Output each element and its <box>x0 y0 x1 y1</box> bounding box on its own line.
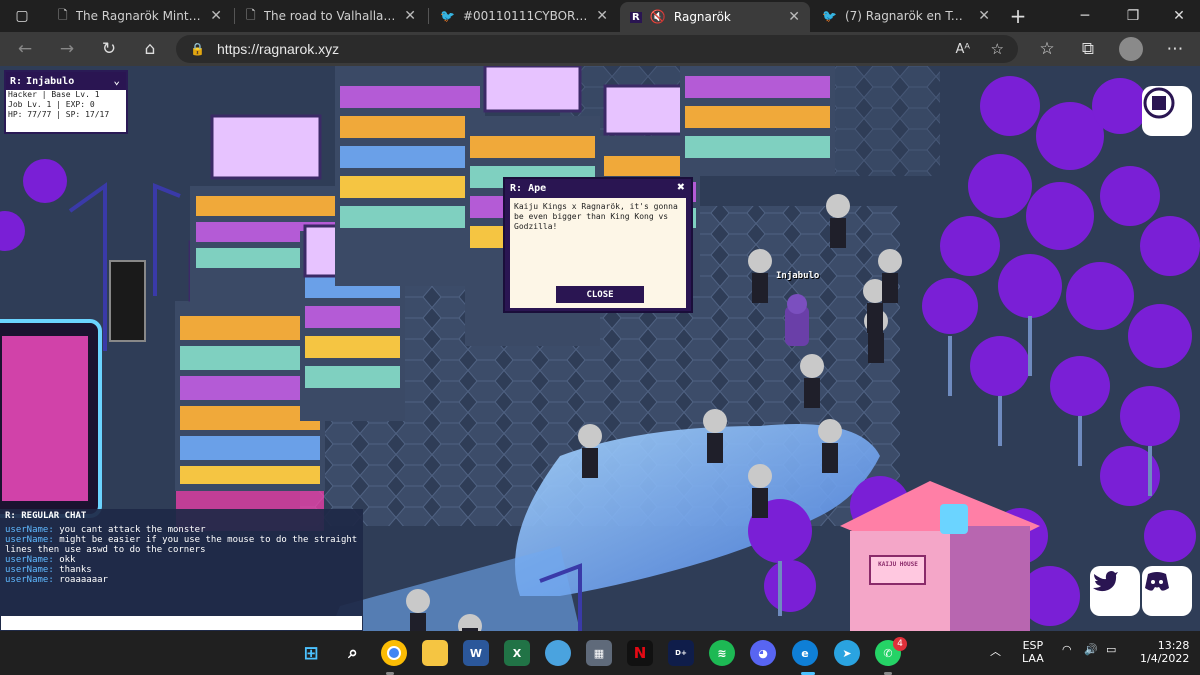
lock-icon[interactable]: 🔒 <box>190 42 205 56</box>
tower-top <box>335 66 485 286</box>
tab-valhalla[interactable]: 🗋 The road to Valhalla.... Did ✕ <box>236 0 426 32</box>
chat-message: userName: roaaaaaar <box>5 575 108 585</box>
dialog-header: R: Ape ✖ <box>510 180 685 195</box>
status-panel-header[interactable]: R: Injabulo ⌄ <box>6 72 126 90</box>
restore-button[interactable]: ❐ <box>1110 0 1156 32</box>
tab-ragnarok[interactable]: R 🔇 Ragnarök ✕ <box>620 2 810 32</box>
word-icon[interactable]: W <box>463 640 489 666</box>
profile-avatar[interactable] <box>1119 37 1143 61</box>
close-window-button[interactable]: ✕ <box>1156 0 1200 32</box>
twitter-icon: 🐦 <box>440 9 455 23</box>
kaiju-monster <box>785 294 809 346</box>
netflix-icon[interactable]: N <box>627 640 653 666</box>
input-language[interactable]: ESP LAA <box>1022 639 1044 665</box>
close-icon[interactable]: ✕ <box>978 8 990 24</box>
search-icon[interactable]: ⌕ <box>340 640 366 666</box>
tab-cyborg-search[interactable]: 🐦 #00110111CYBORG - Búsq ✕ <box>430 0 618 32</box>
forward-icon[interactable]: → <box>54 37 80 61</box>
taskbar: ⊞ ⌕ W X ▦ N D+ ≋ ◕ e ➤ ✆ ︿ ESP LAA ◠ 🔊 ▭… <box>0 631 1200 675</box>
ragnarok-logo-icon: R: <box>10 75 23 87</box>
address-input[interactable]: 🔒 https://ragnarok.xyz Aᴬ ☆ <box>176 35 1018 63</box>
chat-message: userName: okk <box>5 555 76 565</box>
dialog-body: Kaiju Kings x Ragnarök, it's gonna be ev… <box>510 198 686 308</box>
mute-icon[interactable]: 🔇 <box>650 10 666 25</box>
volume-icon[interactable]: 🔊 <box>1084 643 1098 656</box>
chat-message: userName: thanks <box>5 565 92 575</box>
chat-messages: userName: you cant attack the monster us… <box>0 523 363 585</box>
character-status-panel: R: Injabulo ⌄ Hacker | Base Lv. 1 Job Lv… <box>4 70 128 134</box>
more-options-icon[interactable]: ⋯ <box>1162 37 1188 61</box>
page-icon: 🗋 <box>58 7 68 22</box>
excel-icon[interactable]: X <box>504 640 530 666</box>
status-job-line: Job Lv. 1 | EXP: 0 <box>8 100 95 109</box>
collections-icon[interactable]: ⧉ <box>1075 37 1101 61</box>
close-icon[interactable]: ✕ <box>404 8 416 24</box>
chevron-down-icon[interactable]: ⌄ <box>113 74 120 87</box>
tab-mint-list[interactable]: 🗋 The Ragnarök Mint List. Pl ✕ <box>48 0 232 32</box>
npc-dialog: R: Ape ✖ Kaiju Kings x Ragnarök, it's go… <box>503 177 693 313</box>
close-icon[interactable]: ✕ <box>788 9 800 25</box>
chat-message: userName: might be easier if you use the… <box>5 535 358 555</box>
chat-title: R: REGULAR CHAT <box>5 511 87 521</box>
close-icon[interactable]: ✕ <box>210 8 222 24</box>
new-tab-button[interactable]: + <box>1002 0 1034 32</box>
notification-badge: 4 <box>893 637 907 651</box>
close-button[interactable]: CLOSE <box>556 286 644 303</box>
player-name-label: Injabulo <box>776 271 820 281</box>
page-icon: 🗋 <box>246 7 256 22</box>
discord-link-icon[interactable] <box>1142 566 1192 616</box>
read-aloud-icon[interactable]: Aᴬ <box>956 42 971 57</box>
file-explorer-icon[interactable] <box>422 640 448 666</box>
statue <box>109 260 146 342</box>
ragnarok-logo-icon: R: <box>510 182 529 194</box>
regular-chat-panel: R: REGULAR CHAT userName: you cant attac… <box>0 509 363 631</box>
calculator-icon[interactable]: ▦ <box>586 640 612 666</box>
edge-icon[interactable]: e <box>792 640 818 666</box>
status-class-line: Hacker | Base Lv. 1 <box>8 90 100 99</box>
discord-icon[interactable]: ◕ <box>750 640 776 666</box>
close-icon[interactable]: ✖ <box>677 180 685 195</box>
address-bar-row: ← → ↻ ⌂ 🔒 https://ragnarok.xyz Aᴬ ☆ ☆ ⧉ … <box>0 32 1200 66</box>
neon-billboard <box>0 319 102 518</box>
favorite-star-icon[interactable]: ☆ <box>991 40 1004 58</box>
show-hidden-icons[interactable]: ︿ <box>990 643 1001 659</box>
tab-actions-icon[interactable]: ▢ <box>0 0 44 32</box>
wifi-icon[interactable]: ◠ <box>1062 643 1072 656</box>
tab-strip: ▢ 🗋 The Ragnarök Mint List. Pl ✕ 🗋 The r… <box>0 0 1200 32</box>
twitter-link-icon[interactable] <box>1090 566 1140 616</box>
status-hp-line: HP: 77/77 | SP: 17/17 <box>8 110 110 119</box>
tab-ragnarok-twitter[interactable]: 🐦 (7) Ragnarök en Twitter: " ✕ <box>812 0 1000 32</box>
twitter-icon: 🐦 <box>822 9 837 23</box>
refresh-icon[interactable]: ↻ <box>96 37 122 61</box>
back-icon[interactable]: ← <box>12 37 38 61</box>
kaiju-house-sign: KAIJU HOUSE <box>878 561 918 568</box>
spotify-icon[interactable]: ≋ <box>709 640 735 666</box>
clock[interactable]: 13:28 1/4/2022 <box>1140 639 1189 665</box>
close-icon[interactable]: ✕ <box>596 8 608 24</box>
paint-icon[interactable] <box>545 640 571 666</box>
favorites-icon[interactable]: ☆ <box>1034 37 1060 61</box>
chat-message: userName: you cant attack the monster <box>5 525 206 535</box>
disney-plus-icon[interactable]: D+ <box>668 640 694 666</box>
telegram-icon[interactable]: ➤ <box>834 640 860 666</box>
chrome-icon[interactable] <box>381 640 407 666</box>
home-icon[interactable]: ⌂ <box>137 37 163 61</box>
battery-icon[interactable]: ▭ <box>1106 643 1116 656</box>
chat-input[interactable] <box>1 616 362 630</box>
minimize-button[interactable]: ─ <box>1062 0 1108 32</box>
windows-start-icon[interactable]: ⊞ <box>298 640 324 666</box>
dialog-text: Kaiju Kings x Ragnarök, it's gonna be ev… <box>514 202 678 231</box>
ragnarok-logo-icon: R <box>630 11 642 23</box>
ragnarok-menu-icon[interactable] <box>1142 86 1192 136</box>
